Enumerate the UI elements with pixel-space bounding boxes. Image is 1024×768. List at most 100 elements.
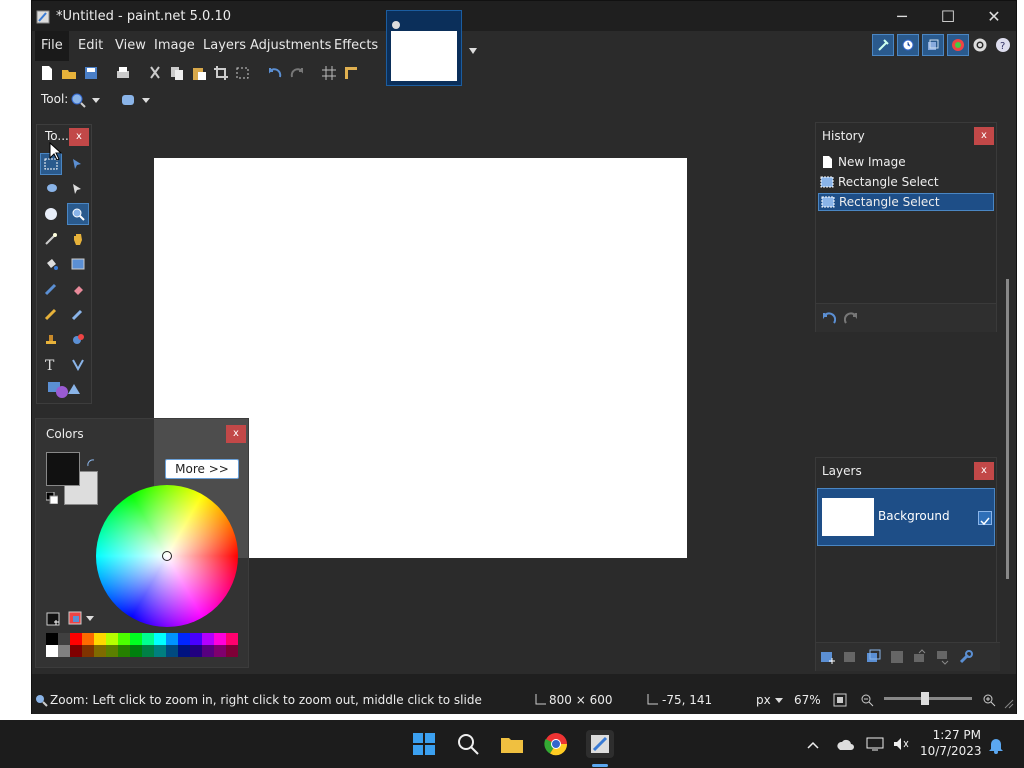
move-selection-tool-icon[interactable] [67,178,89,200]
pencil-tool-icon[interactable] [40,303,62,325]
onedrive-icon[interactable] [836,736,854,756]
magic-wand-tool-icon[interactable] [40,228,62,250]
file-explorer-icon[interactable] [498,730,526,758]
swap-colors-icon[interactable] [86,453,96,472]
resize-grip-icon[interactable] [1002,697,1014,712]
new-icon[interactable] [38,64,56,82]
delete-layer-icon[interactable] [843,649,859,665]
start-windows-icon[interactable] [410,730,438,758]
tool-selector[interactable] [70,92,100,108]
add-color-to-palette-icon[interactable] [46,611,60,630]
chevron-up-icon[interactable] [806,737,820,756]
image-list-dropdown-icon[interactable] [468,41,478,60]
notification-bell-icon[interactable] [988,736,1004,758]
paintbrush-tool-icon[interactable] [40,278,62,300]
layers-window-toggle-icon[interactable] [922,34,944,56]
image-tab-thumbnail[interactable] [386,10,462,86]
grid-icon[interactable] [320,64,338,82]
minimize-button[interactable]: ─ [879,1,925,31]
paintnet-taskbar-icon[interactable] [586,730,614,758]
primary-color-swatch[interactable] [46,452,80,486]
zoom-slider-thumb[interactable] [921,692,929,705]
zoom-to-window-icon[interactable] [833,693,847,710]
menu-adjustments[interactable]: Adjustments [244,31,337,61]
colors-window-toggle-icon[interactable] [947,34,969,56]
layers-panel-close-button[interactable]: x [974,462,994,480]
color-wheel-handle[interactable] [162,551,172,561]
layer-properties-icon[interactable] [958,649,974,665]
history-undo-icon[interactable] [820,310,837,329]
help-icon[interactable]: ? [995,37,1011,57]
menu-edit[interactable]: Edit [72,31,109,61]
tools-panel-close-button[interactable]: x [69,128,89,146]
save-icon[interactable] [82,64,100,82]
workspace[interactable]: To... x T Colors x More >> History x New… [32,114,1016,681]
volume-muted-icon[interactable] [892,736,910,756]
tools-window-toggle-icon[interactable] [872,34,894,56]
history-item[interactable]: New Image [818,153,994,171]
chrome-icon[interactable] [542,730,570,758]
pan-tool-icon[interactable] [67,228,89,250]
duplicate-layer-icon[interactable] [866,649,882,665]
settings-gear-icon[interactable] [972,37,988,57]
merge-layer-icon[interactable] [889,649,905,665]
lasso-select-tool-icon[interactable] [40,178,62,200]
recolor-tool-icon[interactable] [67,328,89,350]
print-icon[interactable] [114,64,132,82]
color-picker-tool-icon[interactable] [67,303,89,325]
network-icon[interactable] [866,736,884,756]
copy-icon[interactable] [168,64,186,82]
menu-file[interactable]: File [35,31,69,61]
ellipse-select-tool-icon[interactable] [40,203,62,225]
colors-panel-close-button[interactable]: x [226,425,246,443]
history-window-toggle-icon[interactable] [897,34,919,56]
paste-icon[interactable] [190,64,208,82]
redo-icon[interactable] [288,64,306,82]
taskbar-date[interactable]: 10/7/2023 [920,744,982,758]
ruler-icon[interactable] [342,64,360,82]
text-tool-icon[interactable]: T [40,353,62,375]
status-bar: Zoom: Left click to zoom in, right click… [32,674,1016,714]
history-item-selected[interactable]: Rectangle Select [818,193,994,211]
move-layer-up-icon[interactable] [912,649,928,665]
status-hint: Zoom: Left click to zoom in, right click… [50,693,482,707]
eraser-tool-icon[interactable] [67,278,89,300]
zoom-out-icon[interactable] [860,693,874,710]
cut-icon[interactable] [146,64,164,82]
menu-effects[interactable]: Effects [328,31,384,61]
layer-visibility-checkbox[interactable] [978,511,992,526]
maximize-button[interactable]: ☐ [925,1,971,31]
units-selector[interactable]: px [756,693,783,707]
palette-menu[interactable] [68,611,94,625]
color-palette[interactable] [46,633,238,657]
layer-row[interactable]: Background [817,488,995,546]
deselect-icon[interactable] [234,64,252,82]
history-redo-icon[interactable] [843,310,860,329]
undo-icon[interactable] [266,64,284,82]
line-curve-tool-icon[interactable] [67,353,89,375]
crop-icon[interactable] [212,64,230,82]
move-layer-down-icon[interactable] [935,649,951,665]
menu-view[interactable]: View [109,31,152,61]
zoom-tool-icon[interactable] [67,203,89,225]
clone-stamp-tool-icon[interactable] [40,328,62,350]
add-layer-icon[interactable] [820,649,836,665]
zoom-in-icon[interactable] [982,693,996,710]
vertical-scrollbar[interactable] [1006,279,1009,579]
sampling-selector[interactable] [120,92,150,108]
close-button[interactable]: ✕ [971,1,1017,31]
open-icon[interactable] [60,64,78,82]
shapes-tool-icon[interactable] [40,378,88,400]
title-bar[interactable]: *Untitled - paint.net 5.0.10 ─ ☐ ✕ [32,1,1016,31]
taskbar-time[interactable]: 1:27 PM [925,728,981,742]
more-button[interactable]: More >> [165,459,239,479]
search-icon[interactable] [454,730,482,758]
history-item[interactable]: Rectangle Select [818,173,994,191]
move-selected-tool-icon[interactable] [67,153,89,175]
reset-colors-icon[interactable] [45,489,59,508]
gradient-tool-icon[interactable] [67,253,89,275]
zoom-value[interactable]: 67% [794,693,821,707]
paint-bucket-tool-icon[interactable] [40,253,62,275]
history-panel-close-button[interactable]: x [974,127,994,145]
menu-image[interactable]: Image [148,31,201,61]
